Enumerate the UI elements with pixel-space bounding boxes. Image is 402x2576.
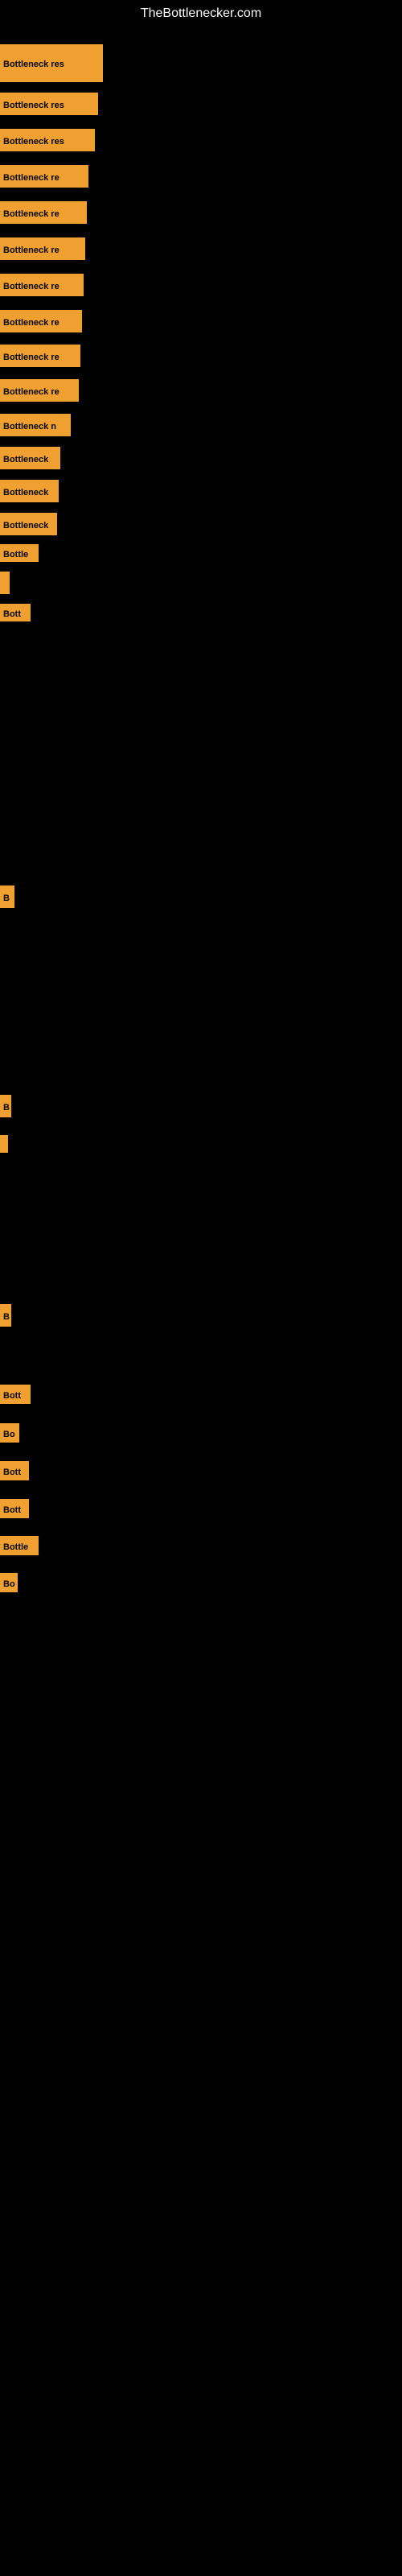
bottleneck-label-2: Bottleneck res <box>0 93 98 115</box>
bottleneck-label-14: Bottleneck <box>0 513 57 535</box>
bottleneck-label-26: Bottle <box>0 1536 39 1555</box>
site-title: TheBottlenecker.com <box>0 0 402 27</box>
bottleneck-label-17: Bott <box>0 604 31 621</box>
bottleneck-label-4: Bottleneck re <box>0 165 88 188</box>
bottleneck-label-1: Bottleneck res <box>0 44 103 82</box>
bottleneck-label-11: Bottleneck n <box>0 414 71 436</box>
bottleneck-label-15: Bottle <box>0 544 39 562</box>
bottleneck-label-24: Bott <box>0 1461 29 1480</box>
bottleneck-label-3: Bottleneck res <box>0 129 95 151</box>
bottleneck-label-8: Bottleneck re <box>0 310 82 332</box>
bottleneck-label-21: B <box>0 1304 11 1327</box>
bottleneck-label-23: Bo <box>0 1423 19 1443</box>
bottleneck-label-7: Bottleneck re <box>0 274 84 296</box>
bottleneck-label-22: Bott <box>0 1385 31 1404</box>
bottleneck-label-12: Bottleneck <box>0 447 60 469</box>
bottleneck-label-18: B <box>0 886 14 908</box>
bottleneck-label-25: Bott <box>0 1499 29 1518</box>
bottleneck-label-16 <box>0 572 10 594</box>
bottleneck-label-19: B <box>0 1095 11 1117</box>
bottleneck-label-6: Bottleneck re <box>0 237 85 260</box>
bottleneck-label-5: Bottleneck re <box>0 201 87 224</box>
bottleneck-label-27: Bo <box>0 1573 18 1592</box>
bottleneck-label-10: Bottleneck re <box>0 379 79 402</box>
bottleneck-label-20 <box>0 1135 8 1153</box>
bottleneck-label-13: Bottleneck <box>0 480 59 502</box>
bottleneck-label-9: Bottleneck re <box>0 345 80 367</box>
